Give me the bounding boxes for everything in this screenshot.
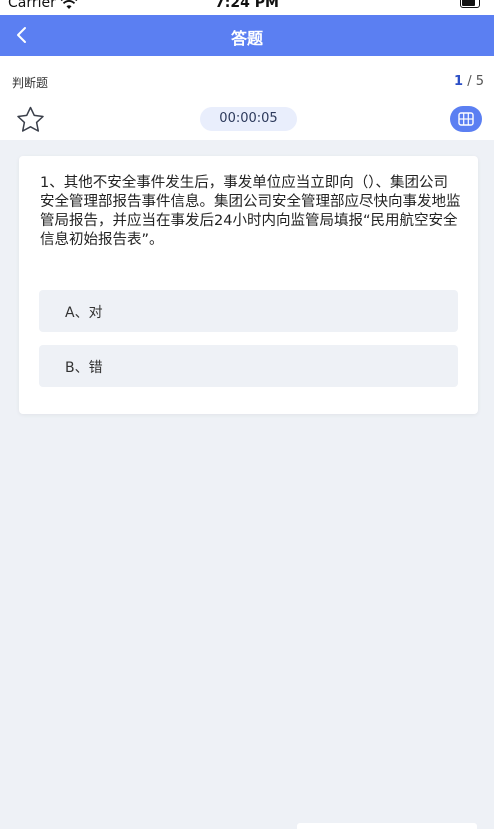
bottom-panel-edge: [297, 823, 477, 829]
nav-bar: 答题: [0, 15, 494, 56]
option-b-label: B、错: [65, 360, 103, 376]
option-a[interactable]: A、对: [39, 290, 458, 332]
question-text: 1、其他不安全事件发生后，事发单位应当立即向（）、集团公司安全管理部报告事件信息…: [40, 175, 461, 248]
answer-card-button[interactable]: [450, 106, 482, 132]
question-progress: 1 / 5: [454, 74, 484, 89]
timer-display: 00:00:05: [200, 107, 297, 131]
question-info-bar: 判断题 1 / 5 00:00:05: [0, 56, 494, 140]
status-bar: Carrier 7:24 PM: [0, 0, 494, 15]
option-b[interactable]: B、错: [39, 345, 458, 387]
question-card: 1、其他不安全事件发生后，事发单位应当立即向（）、集团公司安全管理部报告事件信息…: [19, 156, 478, 414]
status-time: 7:24 PM: [215, 0, 279, 11]
grid-icon: [458, 112, 474, 126]
current-question-number: 1: [454, 74, 464, 89]
page-title: 答题: [230, 29, 263, 48]
total-questions: / 5: [467, 74, 484, 89]
battery-icon: [460, 0, 480, 8]
question-type-label: 判断题: [12, 76, 49, 90]
star-outline-icon[interactable]: [15, 105, 46, 133]
option-a-label: A、对: [65, 305, 103, 321]
